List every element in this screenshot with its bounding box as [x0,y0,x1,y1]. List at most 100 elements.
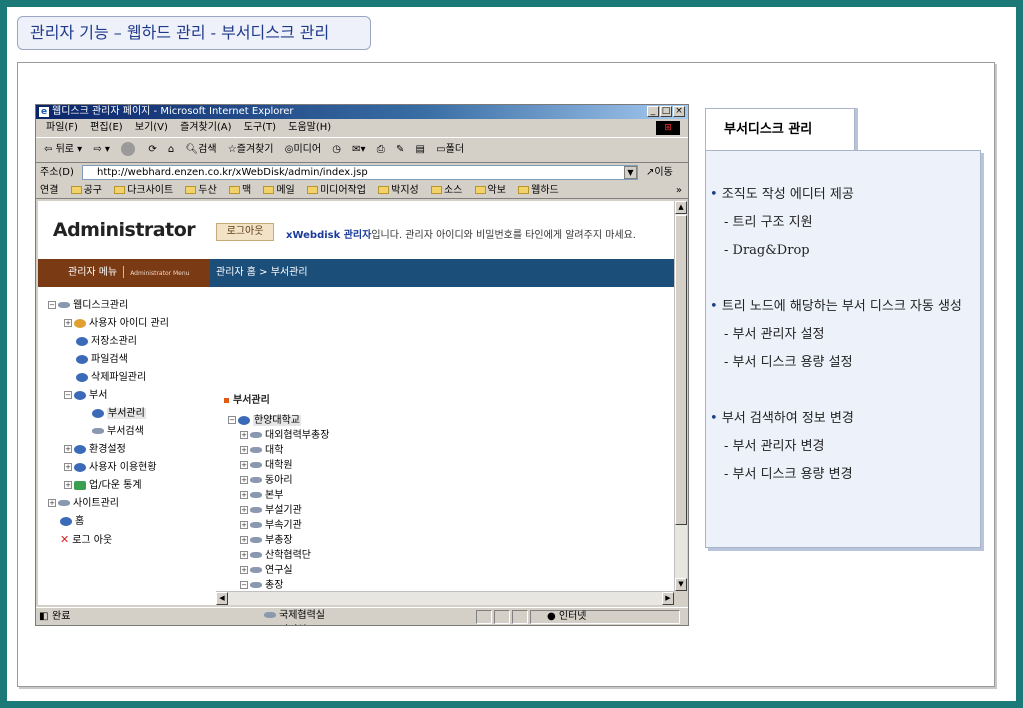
expand-icon[interactable]: + [240,521,248,529]
vertical-scrollbar[interactable]: ▲ ▼ [674,201,687,591]
link-item[interactable]: 소스 [430,185,462,196]
dept-tree-root[interactable]: − 한양대학교 [228,413,329,428]
go-button[interactable]: ↗이동 [646,164,673,181]
search-button[interactable]: 🔍︎검색 [185,138,216,162]
menu-tree-item[interactable]: − 웹디스크관리 [48,297,169,315]
menu-tree-item[interactable]: ✕ 로그 아웃 [48,531,169,549]
collapse-icon[interactable]: − [64,391,72,399]
link-item[interactable]: 악보 [474,185,506,196]
dept-tree-item[interactable]: + 산학협력단 [228,548,329,563]
folder-icon: ▭ [436,144,446,155]
dept-tree-label: 대외협력부총장 [265,430,330,441]
menu-tree-item[interactable]: + 사용자 아이디 관리 [48,315,169,333]
collapse-icon[interactable]: − [48,301,56,309]
expand-icon[interactable]: + [240,551,248,559]
menu-tree-item[interactable]: 저장소관리 [48,333,169,351]
menu-tree-item[interactable]: + 업/다운 통계 [48,477,169,495]
link-item[interactable]: 메일 [263,185,295,196]
bullet-icon: • [710,411,722,426]
expand-icon[interactable]: + [240,566,248,574]
menu-view[interactable]: 보기(V) [135,122,168,133]
link-item[interactable]: 다크사이트 [114,185,173,196]
dept-tree-item[interactable]: + 부총장 [228,533,329,548]
expand-icon[interactable]: + [240,506,248,514]
scroll-up-icon[interactable]: ▲ [675,201,687,214]
dept-tree-item[interactable]: + 부설기관 [228,503,329,518]
dept-tree-item[interactable]: + 본부 [228,488,329,503]
menu-edit[interactable]: 편집(E) [90,122,123,133]
expand-icon[interactable]: + [240,461,248,469]
link-item[interactable]: 웹하드 [518,185,559,196]
menu-tree-item[interactable]: − 부서 [48,387,169,405]
menu-tree-item[interactable]: 파일검색 [48,351,169,369]
home-button[interactable]: ⌂ [168,138,174,162]
expand-icon[interactable]: + [64,445,72,453]
dept-tree-item[interactable]: + 대학원 [228,458,329,473]
menu-favorites[interactable]: 즐겨찾기(A) [180,122,231,133]
scroll-thumb[interactable] [675,215,687,525]
feature-subitem: - 부서 디스크 용량 설정 [724,355,853,370]
scroll-right-icon[interactable]: ▶ [662,592,674,605]
dept-tree-item[interactable]: + 대학 [228,443,329,458]
menu-tree-item[interactable]: + 사이트관리 [48,495,169,513]
forward-button[interactable]: ⇨ ▾ [93,138,110,162]
scroll-left-icon[interactable]: ◀ [216,592,228,605]
expand-icon[interactable]: + [240,446,248,454]
mail-button[interactable]: ✉▾ [352,138,365,162]
dept-tree-item[interactable]: + 대외협력부총장 [228,428,329,443]
collapse-icon[interactable]: − [228,416,236,424]
disk-icon [58,500,70,506]
link-item[interactable]: 박지성 [378,185,419,196]
print-button[interactable]: ⎙ [377,138,385,162]
address-input[interactable]: http://webhard.enzen.co.kr/xWebDisk/admi… [82,165,638,180]
media-button[interactable]: ◎미디어 [285,138,321,162]
menu-file[interactable]: 파일(F) [46,122,78,133]
discuss-button[interactable]: ▤ [416,138,425,162]
expand-icon[interactable]: + [64,481,72,489]
horizontal-scrollbar[interactable]: ◀ ▶ [216,591,674,605]
menu-tree-item[interactable]: 부서검색 [48,423,169,441]
address-dropdown-icon[interactable]: ▼ [624,166,637,179]
folders-button[interactable]: ▭폴더 [436,138,464,162]
menu-tree-item[interactable]: 삭제파일관리 [48,369,169,387]
menu-tools[interactable]: 도구(T) [244,122,276,133]
menu-tree-item[interactable]: + 환경설정 [48,441,169,459]
favorites-button[interactable]: ☆즐겨찾기 [228,138,274,162]
minimize-button[interactable]: _ [647,106,659,117]
search-icon [92,408,104,418]
expand-icon[interactable]: + [64,463,72,471]
link-item[interactable]: 미디어작업 [306,185,366,196]
dept-tree-item[interactable]: + 부속기관 [228,518,329,533]
expand-icon[interactable]: + [240,476,248,484]
disk-icon [250,462,262,468]
menu-tree-item[interactable]: 홈 [48,513,169,531]
back-button[interactable]: ⇦ 뒤로 ▾ [44,138,82,162]
expand-icon[interactable]: + [240,536,248,544]
logout-button[interactable]: 로그아웃 [216,223,274,241]
stop-button[interactable] [121,138,137,162]
close-button[interactable]: × [673,106,685,117]
expand-icon[interactable]: + [48,499,56,507]
refresh-button[interactable]: ⟳ [148,138,156,162]
dept-tree-item[interactable]: + 연구실 [228,563,329,578]
maximize-button[interactable]: □ [660,106,672,117]
expand-icon[interactable]: + [240,491,248,499]
link-item[interactable]: 공구 [70,185,102,196]
link-item[interactable]: 두산 [185,185,217,196]
history-button[interactable]: ◷ [332,138,341,162]
user-icon [74,318,86,328]
collapse-icon[interactable]: − [240,581,248,589]
expand-icon[interactable]: + [240,431,248,439]
edit-button[interactable]: ✎ [396,138,404,162]
panel-title: 부서디스크 관리 [705,108,855,150]
menu-tree-item[interactable]: 부서관리 [48,405,169,423]
expand-icon[interactable]: + [64,319,72,327]
link-item[interactable]: 맥 [228,185,251,196]
menu-tree-item[interactable]: + 사용자 이용현황 [48,459,169,477]
dept-tree-item[interactable]: + 동아리 [228,473,329,488]
print-icon: ⎙ [376,144,385,155]
status-bar: ◧ 완료 ● 인터넷 [36,607,688,625]
links-overflow-icon[interactable]: » [676,182,682,199]
menu-help[interactable]: 도움말(H) [288,122,331,133]
scroll-down-icon[interactable]: ▼ [675,578,687,591]
